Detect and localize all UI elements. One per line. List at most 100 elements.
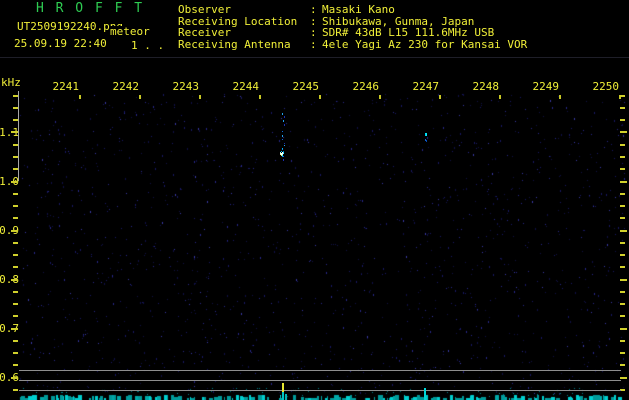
level-gridline [19,390,621,391]
echo-pixel [283,159,284,161]
freq-tick-mark [13,242,18,244]
freq-tick-mark [620,193,625,195]
freq-axis-unit: kHz [1,76,21,89]
freq-tick-mark [11,131,18,133]
freq-tick-mark [620,291,625,293]
time-tick-mark [499,95,501,99]
time-tick-mark [259,95,261,99]
time-tick-mark [439,95,441,99]
freq-tick-mark [620,144,625,146]
meta-row-receiver: Receiver: SDR# 43dB L15 111.6MHz USB [178,27,527,39]
meta-value: Masaki Kano [322,3,395,16]
freq-tick-mark [620,242,625,244]
freq-tick-mark [11,328,18,330]
time-tick-label: 2248 [472,80,500,93]
freq-tick-mark [620,230,627,232]
hrofft-window: H R O F F T UT2509192240.png meteor 25.0… [0,0,629,400]
time-tick-mark [319,95,321,99]
freq-tick-mark [13,352,18,354]
level-spike-bar [424,388,426,400]
time-tick-mark [379,95,381,99]
freq-tick-mark [620,279,627,281]
echo-pixel [282,113,283,115]
echo-pixel [283,156,284,157]
echo-pixel [283,153,284,154]
echo-pixel [283,120,284,122]
freq-tick-mark [620,181,627,183]
meta-label: Receiver [178,26,231,39]
echo-pixel [282,149,283,150]
freq-tick-mark [11,377,18,379]
freq-tick-mark [13,389,18,391]
echo-pixel [284,124,285,126]
freq-tick-mark [620,119,625,121]
freq-tick-mark [620,131,627,133]
time-tick-label: 2244 [232,80,260,93]
header-divider [0,57,629,58]
time-tick-label: 2241 [52,80,80,93]
freq-tick-mark [13,291,18,293]
freq-tick-mark [620,352,625,354]
echo-pixel [284,143,285,144]
freq-tick-mark [620,254,625,256]
freq-tick-mark [620,340,625,342]
freq-tick-mark [13,193,18,195]
meta-value: SDR# 43dB L15 111.6MHz USB [322,26,495,39]
meta-label: Receiving Antenna [178,37,291,51]
freq-tick-mark [13,217,18,219]
freq-tick-mark [13,315,18,317]
meta-row-antenna: Receiving Antenna:4ele Yagi Az 230 for K… [178,37,528,51]
app-title: H R O F F T [36,1,145,16]
meta-separator: : [310,26,317,39]
freq-tick-mark [620,95,625,97]
time-tick-label: 2246 [352,80,380,93]
time-tick-label: 2242 [112,80,140,93]
echo-pixel [282,156,283,157]
freq-tick-mark [13,364,18,366]
freq-tick-mark [13,205,18,207]
plot-left-edge-line [18,91,19,181]
level-spike-bar [285,394,287,400]
freq-tick-mark [13,266,18,268]
time-tick-label: 2249 [532,80,560,93]
time-tick-mark [79,95,81,99]
level-spike-bar [282,383,284,392]
freq-tick-mark [11,279,18,281]
level-spike-bar [282,392,284,400]
freq-tick-mark [13,340,18,342]
freq-tick-mark [620,156,625,158]
echo-pixel [282,139,283,140]
meta-row-observer: Observer: Masaki Kano [178,4,527,16]
station-name: meteor [110,25,152,38]
freq-tick-mark [620,364,625,366]
time-tick-mark [199,95,201,99]
freq-tick-mark [620,168,625,170]
meta-value: 4ele Yagi Az 230 for Kansai VOR [322,37,528,51]
freq-tick-mark [620,266,625,268]
timestamp: 25.09.19 22:40 [14,37,107,50]
echo-pixel [284,116,285,118]
freq-tick-mark [620,107,625,109]
freq-tick-mark [11,230,18,232]
freq-tick-mark [620,303,625,305]
time-tick-label: 2245 [292,80,320,93]
time-tick-label: 2247 [412,80,440,93]
meta-separator: : [310,3,317,16]
time-tick-label: 2243 [172,80,200,93]
level-gridline [19,370,621,371]
echo-pixel [425,134,426,136]
freq-tick-mark [620,377,627,379]
freq-tick-mark [620,328,627,330]
frame-counter: 1 . . [131,39,165,52]
echo-pixel [284,145,285,146]
time-tick-label: 2250 [592,80,620,93]
freq-tick-mark [620,217,625,219]
freq-tick-mark [620,205,625,207]
level-gridline [19,380,621,381]
time-tick-mark [139,95,141,99]
echo-pixel [282,131,283,132]
freq-tick-mark [13,254,18,256]
freq-tick-mark [620,315,625,317]
meta-separator: : [310,37,317,51]
output-filename: UT2509192240.png [17,20,123,33]
